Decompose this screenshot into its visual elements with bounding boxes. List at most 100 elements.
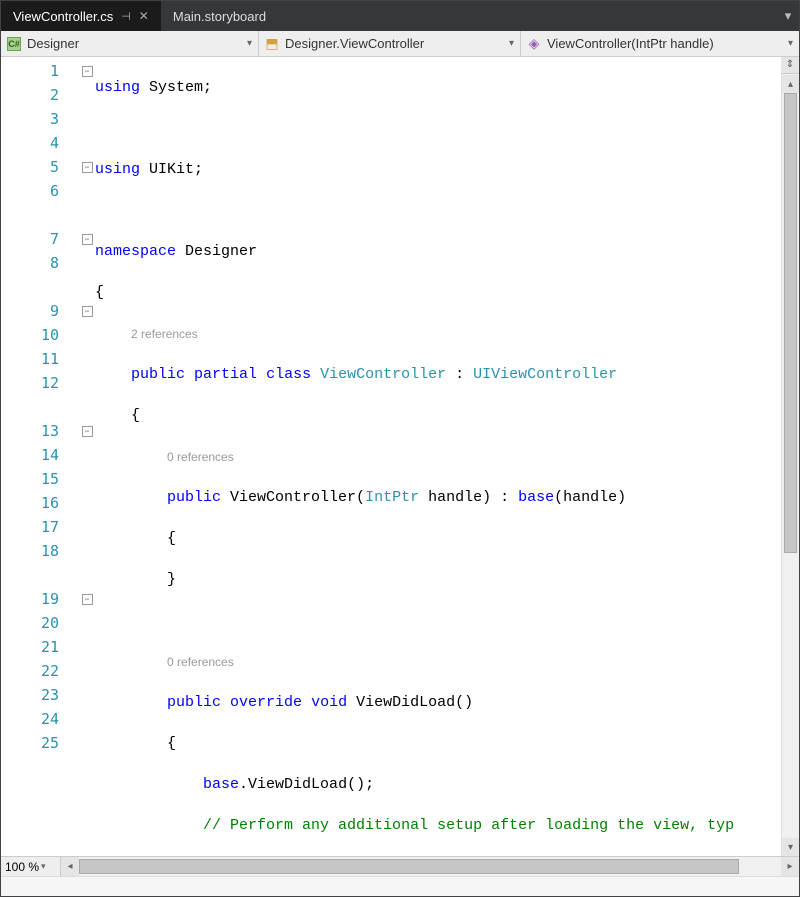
fold-toggle[interactable]: − [82, 66, 93, 77]
member-combo[interactable]: ◈ ViewController(IntPtr handle) ▾ [521, 31, 799, 56]
split-window-icon[interactable]: ⇕ [781, 57, 799, 74]
codelens[interactable]: 2 references [131, 327, 198, 341]
kw: base [203, 776, 239, 793]
line-number: 1 [1, 59, 79, 83]
fold-column: − − − − − − [79, 57, 95, 856]
vertical-scrollbar[interactable]: ⇕ ▴ ▾ [781, 57, 799, 856]
line-number: 4 [1, 131, 79, 155]
ident: .ViewDidLoad(); [239, 776, 374, 793]
class-label: Designer.ViewController [285, 36, 503, 51]
line-number: 10 [1, 323, 79, 347]
navigation-bar: C# Designer ▾ ⬒ Designer.ViewController … [1, 31, 799, 57]
scroll-left-icon[interactable]: ◂ [61, 857, 79, 876]
fold-toggle[interactable]: − [82, 306, 93, 317]
ns: UIKit; [140, 161, 203, 178]
caret-down-icon: ▾ [41, 861, 46, 872]
scroll-down-icon[interactable]: ▾ [782, 838, 799, 856]
line-number: 25 [1, 731, 79, 755]
brace: { [95, 284, 104, 301]
class-combo[interactable]: ⬒ Designer.ViewController ▾ [259, 31, 521, 56]
scope-combo[interactable]: C# Designer ▾ [1, 31, 259, 56]
colon: : [446, 366, 473, 383]
fold-toggle[interactable]: − [82, 234, 93, 245]
line-number: 11 [1, 347, 79, 371]
line-number: 21 [1, 635, 79, 659]
scroll-right-icon[interactable]: ▸ [781, 857, 799, 876]
line-number: 3 [1, 107, 79, 131]
caret-down-icon: ▾ [509, 38, 514, 49]
codelens[interactable]: 0 references [167, 450, 234, 464]
codelens-spacer [1, 203, 79, 227]
kw: override [230, 694, 302, 711]
fold-toggle[interactable]: − [82, 162, 93, 173]
close-icon[interactable]: ✕ [139, 9, 149, 23]
line-number: 12 [1, 371, 79, 395]
brace: { [167, 530, 176, 547]
tab-overflow-dropdown[interactable]: ▾ [777, 1, 799, 31]
scrollbar-thumb[interactable] [79, 859, 739, 874]
zoom-label: 100 % [5, 860, 39, 874]
tab-active[interactable]: ViewController.cs ⊣ ✕ [1, 1, 161, 31]
ident: ViewController( [221, 489, 365, 506]
tab-label: Main.storyboard [173, 9, 266, 24]
caret-down-icon: ▾ [788, 38, 793, 49]
line-number: 14 [1, 443, 79, 467]
line-number: 2 [1, 83, 79, 107]
document-tabs: ViewController.cs ⊣ ✕ Main.storyboard ▾ [1, 1, 799, 31]
codelens[interactable]: 0 references [167, 655, 234, 669]
tab-label: ViewController.cs [13, 9, 113, 24]
csharp-project-icon: C# [7, 37, 21, 51]
kw-using: using [95, 79, 140, 96]
code-area[interactable]: using System; using UIKit; namespace Des… [95, 57, 781, 856]
brace: } [167, 571, 176, 588]
line-number: 8 [1, 251, 79, 275]
line-number: 15 [1, 467, 79, 491]
caret-down-icon: ▾ [247, 38, 252, 49]
kw-using: using [95, 161, 140, 178]
type: ViewController [320, 366, 446, 383]
horizontal-scrollbar[interactable]: ◂ ▸ [61, 857, 799, 876]
codelens-spacer [1, 275, 79, 299]
scope-label: Designer [27, 36, 241, 51]
line-number: 7 [1, 227, 79, 251]
zoom-combo[interactable]: 100 % ▾ [1, 857, 61, 876]
status-strip [1, 876, 799, 896]
line-number: 24 [1, 707, 79, 731]
ident: handle) : [419, 489, 518, 506]
brace: { [167, 735, 176, 752]
tab-other[interactable]: Main.storyboard [161, 1, 278, 31]
class-icon: ⬒ [265, 37, 279, 51]
ns: System; [140, 79, 212, 96]
member-label: ViewController(IntPtr handle) [547, 36, 782, 51]
codelens-spacer [1, 395, 79, 419]
kw: void [311, 694, 347, 711]
type: IntPtr [365, 489, 419, 506]
brace: { [131, 407, 140, 424]
pin-icon[interactable]: ⊣ [121, 10, 131, 23]
line-number-gutter: 1 2 3 4 5 6 7 8 9 10 11 12 13 14 15 16 1… [1, 57, 79, 856]
line-number: 9 [1, 299, 79, 323]
kw: public [131, 366, 185, 383]
scroll-up-icon[interactable]: ▴ [782, 75, 799, 93]
kw: partial [194, 366, 257, 383]
line-number: 17 [1, 515, 79, 539]
scrollbar-thumb[interactable] [784, 93, 797, 553]
line-number: 16 [1, 491, 79, 515]
fold-toggle[interactable]: − [82, 426, 93, 437]
line-number: 19 [1, 587, 79, 611]
line-number: 6 [1, 179, 79, 203]
ident: ViewDidLoad() [347, 694, 473, 711]
editor-window: ViewController.cs ⊣ ✕ Main.storyboard ▾ … [0, 0, 800, 897]
code-editor[interactable]: 1 2 3 4 5 6 7 8 9 10 11 12 13 14 15 16 1… [1, 57, 799, 856]
kw: public [167, 489, 221, 506]
codelens-spacer [1, 563, 79, 587]
ns-name: Designer [176, 243, 257, 260]
line-number: 20 [1, 611, 79, 635]
kw-namespace: namespace [95, 243, 176, 260]
kw: class [266, 366, 311, 383]
line-number: 23 [1, 683, 79, 707]
kw: public [167, 694, 221, 711]
bottom-scroll-row: 100 % ▾ ◂ ▸ [1, 856, 799, 876]
fold-toggle[interactable]: − [82, 594, 93, 605]
line-number: 13 [1, 419, 79, 443]
